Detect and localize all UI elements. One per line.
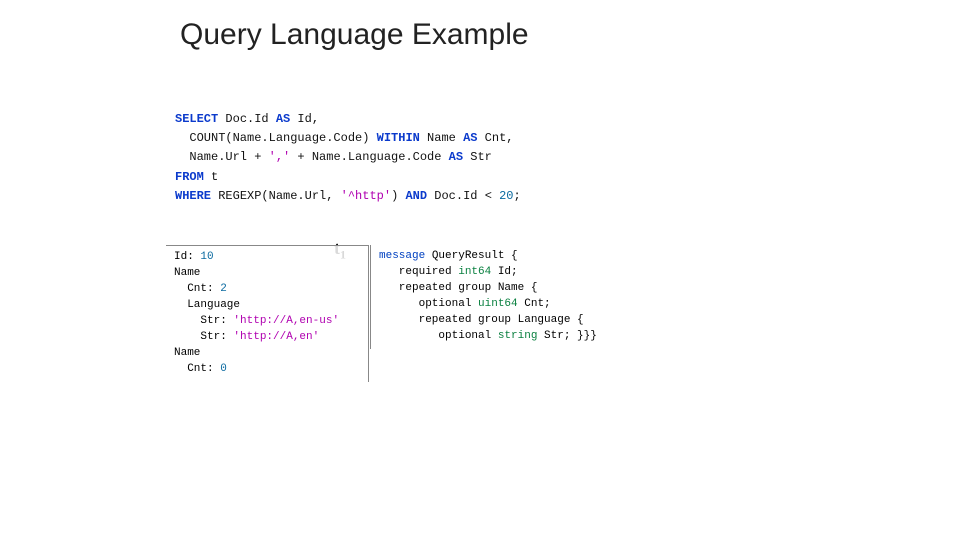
field-name-1: Name bbox=[174, 267, 200, 279]
kw-where: WHERE bbox=[175, 189, 211, 203]
select-literal-comma: ',' bbox=[269, 150, 291, 164]
where-regexp-close: ) bbox=[391, 189, 405, 203]
select-expr-2b: Name bbox=[420, 131, 463, 145]
slide-title: Query Language Example bbox=[180, 18, 529, 52]
kw-message: message bbox=[379, 250, 425, 262]
where-regexp-call: REGEXP(Name.Url, bbox=[211, 189, 341, 203]
alias-2: Cnt, bbox=[477, 131, 513, 145]
schema-optional-str: optional bbox=[379, 330, 498, 342]
where-cmp-lhs: Doc.Id < bbox=[427, 189, 499, 203]
where-cmp-num: 20 bbox=[499, 189, 513, 203]
field-language: Language bbox=[174, 299, 240, 311]
field-cnt-2-value: 0 bbox=[220, 363, 227, 375]
field-id-label: Id: bbox=[174, 251, 200, 263]
sql-query-block: SELECT Doc.Id AS Id, COUNT(Name.Language… bbox=[175, 110, 521, 206]
alias-1: Id, bbox=[290, 112, 319, 126]
decor-green-wedge bbox=[740, 0, 960, 540]
schema-cnt-field: Cnt; bbox=[518, 298, 551, 310]
type-int64: int64 bbox=[458, 266, 491, 278]
kw-as-2: AS bbox=[463, 131, 477, 145]
schema-optional-cnt: optional bbox=[379, 298, 478, 310]
kw-as-3: AS bbox=[449, 150, 463, 164]
field-cnt-2-label: Cnt: bbox=[174, 363, 220, 375]
result-record-panel: Id: 10 Name Cnt: 2 Language Str: 'http:/… bbox=[166, 245, 369, 382]
kw-within: WITHIN bbox=[377, 131, 420, 145]
decor-thin-lines bbox=[640, 30, 940, 530]
schema-panel: message QueryResult { required int64 Id;… bbox=[370, 245, 665, 349]
where-regexp-pattern: '^http' bbox=[341, 189, 391, 203]
decor-white-wedge bbox=[700, 240, 960, 540]
kw-from: FROM bbox=[175, 170, 204, 184]
select-expr-2a: COUNT(Name.Language.Code) bbox=[175, 131, 377, 145]
type-string: string bbox=[498, 330, 538, 342]
schema-group-name: repeated group Name { bbox=[379, 282, 537, 294]
from-table: t bbox=[204, 170, 218, 184]
kw-as-1: AS bbox=[276, 112, 290, 126]
schema-required: required bbox=[379, 266, 458, 278]
alias-3: Str bbox=[463, 150, 492, 164]
field-name-2: Name bbox=[174, 347, 200, 359]
where-terminator: ; bbox=[514, 189, 521, 203]
field-id-value: 10 bbox=[200, 251, 213, 263]
field-str-2-label: Str: bbox=[174, 331, 233, 343]
decor-left-bar bbox=[0, 30, 52, 470]
schema-group-language: repeated group Language { bbox=[379, 314, 584, 326]
select-expr-3a: Name.Url + bbox=[175, 150, 269, 164]
schema-str-field: Str; }}} bbox=[537, 330, 596, 342]
field-cnt-1-value: 2 bbox=[220, 283, 227, 295]
schema-queryresult: QueryResult { bbox=[425, 250, 517, 262]
select-expr-3b: + Name.Language.Code bbox=[290, 150, 448, 164]
kw-and: AND bbox=[405, 189, 427, 203]
kw-select: SELECT bbox=[175, 112, 218, 126]
field-str-1-value: 'http://A,en-us' bbox=[233, 315, 339, 327]
field-str-1-label: Str: bbox=[174, 315, 233, 327]
select-expr-1: Doc.Id bbox=[218, 112, 276, 126]
decor-teal-wedge bbox=[770, 0, 960, 540]
schema-id-field: Id; bbox=[491, 266, 517, 278]
field-cnt-1-label: Cnt: bbox=[174, 283, 220, 295]
field-str-2-value: 'http://A,en' bbox=[233, 331, 319, 343]
decor-left-bar-2 bbox=[14, 260, 120, 540]
type-uint64: uint64 bbox=[478, 298, 518, 310]
